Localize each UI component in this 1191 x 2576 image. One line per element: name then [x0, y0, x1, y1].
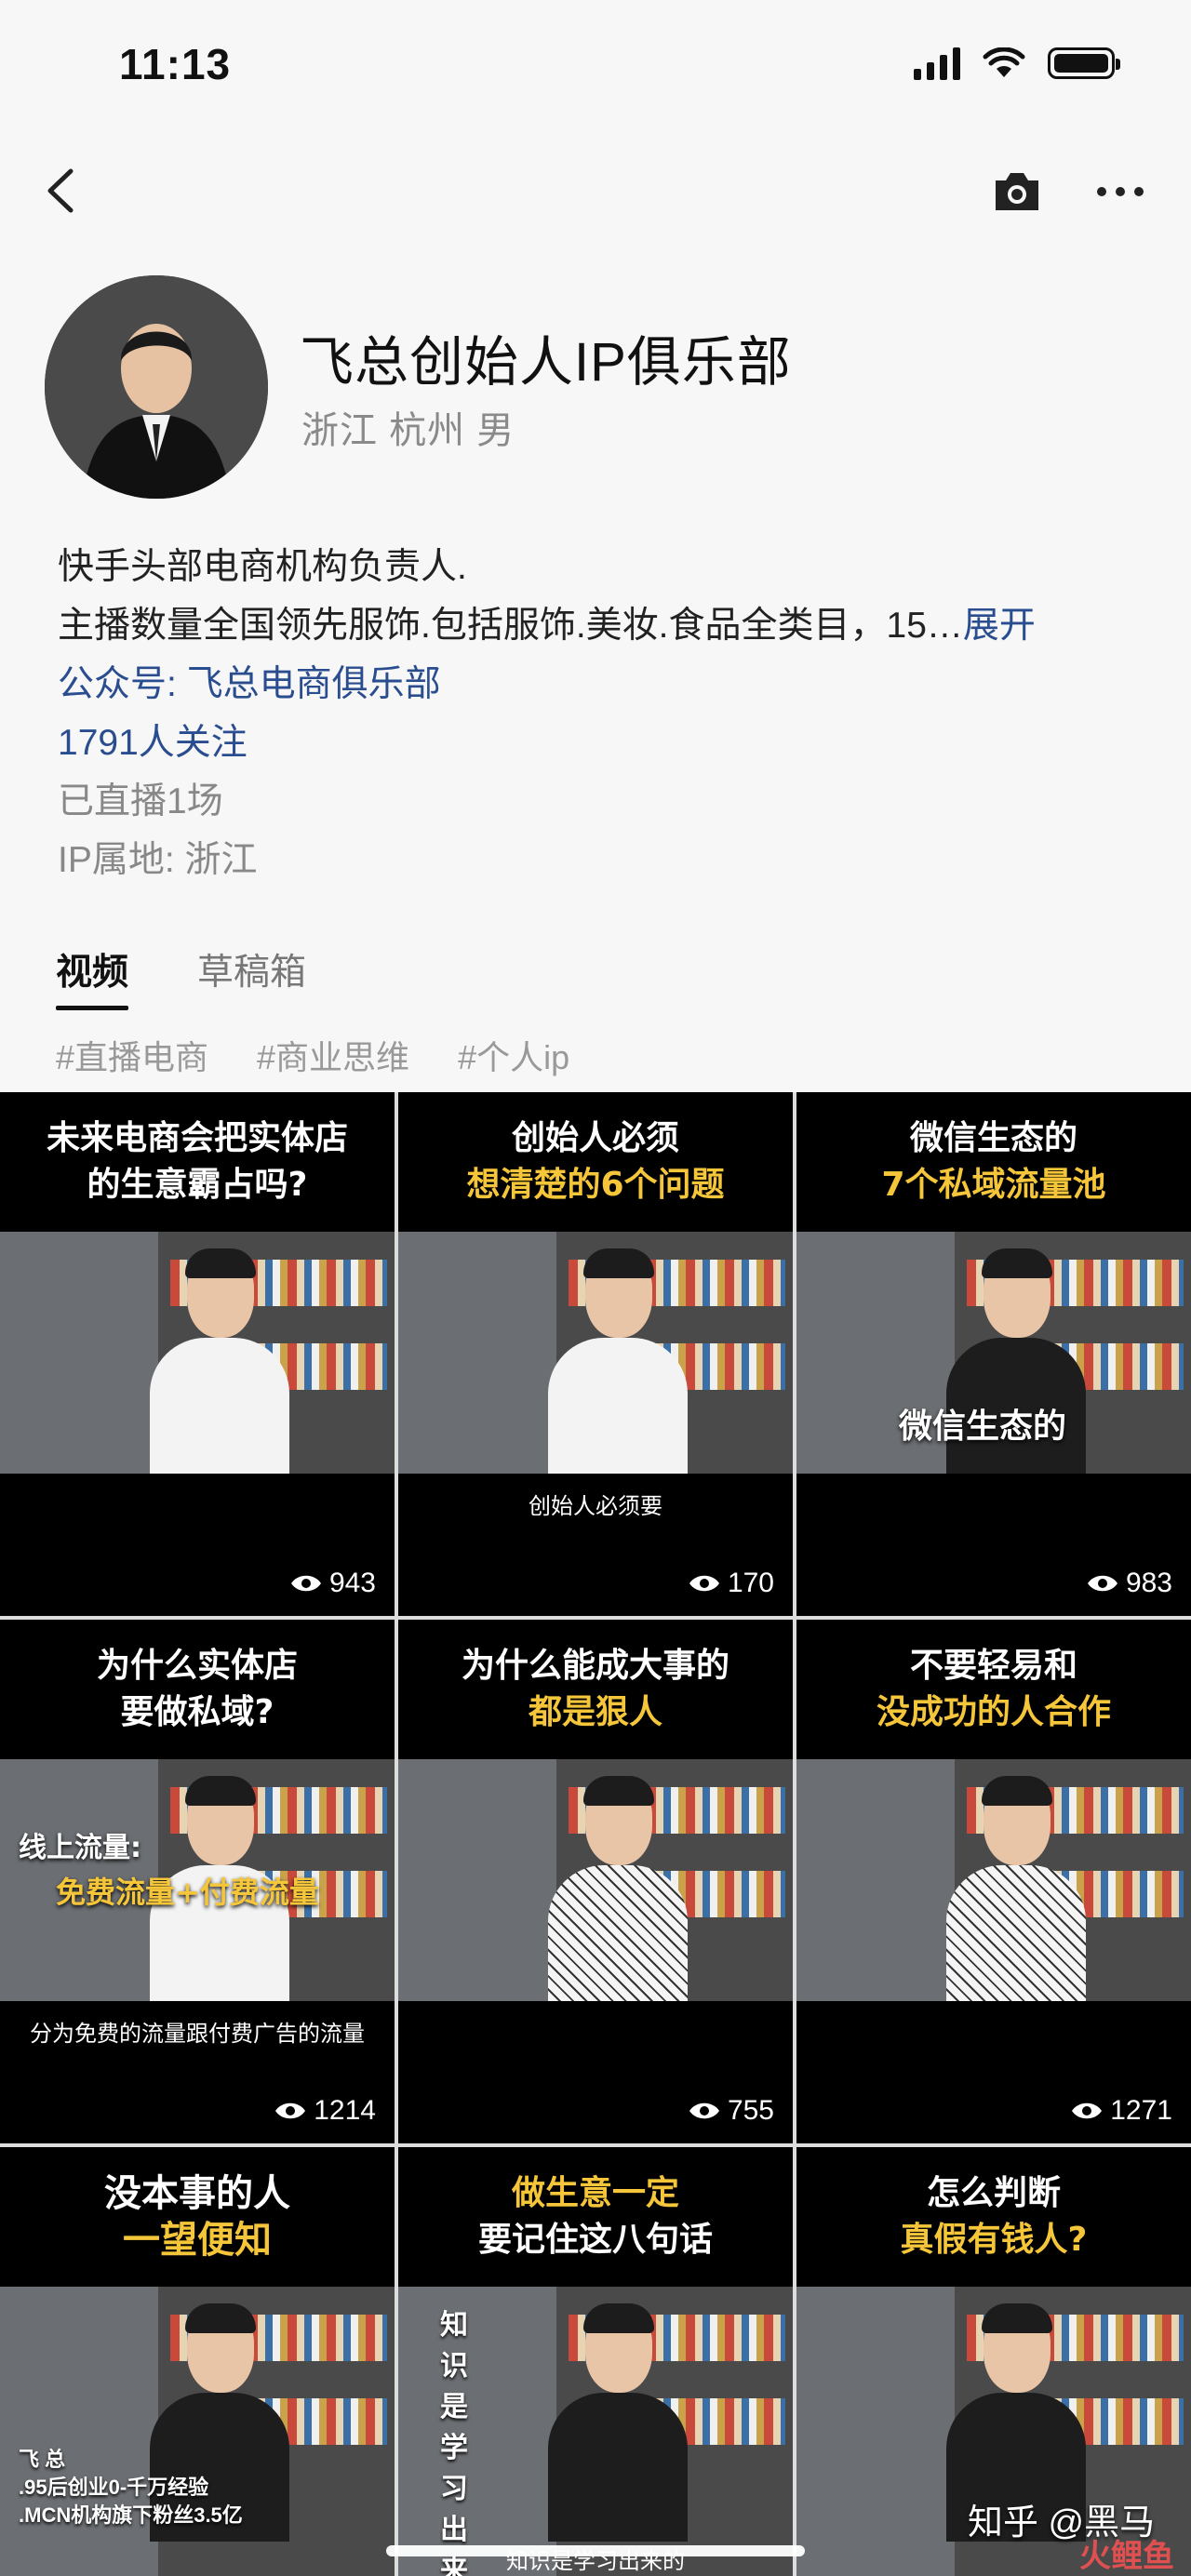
video-title-line2: 一望便知	[123, 2219, 272, 2262]
eye-icon	[689, 2102, 719, 2119]
video-title-line1: 做生意一定	[511, 2174, 679, 2212]
profile-location-gender: 浙江 杭州 男	[301, 410, 515, 451]
hashtag-item[interactable]: #商业思维	[257, 1031, 409, 1079]
video-card[interactable]: 微信生态的 7个私域流量池 微信生态的 983	[796, 1092, 1191, 1616]
video-title-line1: 创始人必须	[511, 1119, 679, 1157]
eye-icon	[1072, 2102, 1103, 2119]
video-title-line2: 没成功的人合作	[876, 1693, 1111, 1731]
video-title-line1: 怎么判断	[926, 2174, 1061, 2212]
eye-icon	[290, 1575, 321, 1592]
eye-icon	[1087, 1575, 1117, 1592]
video-overlay-text: 微信生态的	[899, 1408, 1067, 1446]
video-card[interactable]: 创始人必须 想清楚的6个问题 创始人必须要 170	[398, 1092, 793, 1616]
video-title-line1: 未来电商会把实体店	[46, 1119, 348, 1157]
profile-bio: 快手头部电商机构负责人. 主播数量全国领先服饰.包括服饰.美妆.食品全类目，15…	[58, 538, 1137, 889]
video-title-line1: 为什么实体店	[96, 1647, 298, 1685]
video-subtitle: 分为免费的流量跟付费广告的流量	[30, 2022, 365, 2047]
hashtag-list: #直播电商 #商业思维 #个人ip	[56, 1031, 569, 1079]
view-count: 983	[1087, 1568, 1172, 1599]
video-grid: 未来电商会把实体店 的生意霸占吗? 943 创始人必须 想清楚的6个问题 创始人…	[0, 1092, 1191, 2576]
video-card[interactable]: 未来电商会把实体店 的生意霸占吗? 943	[0, 1092, 395, 1616]
live-count: 已直播1场	[58, 781, 223, 821]
battery-icon	[1048, 47, 1120, 79]
camera-icon[interactable]	[992, 169, 1042, 214]
eye-icon	[275, 2102, 306, 2119]
bio-line-2-text: 主播数量全国领先服饰.包括服饰.美妆.食品全类目，15…	[58, 606, 963, 646]
view-count: 170	[689, 1568, 774, 1599]
hashtag-item[interactable]: #直播电商	[56, 1031, 208, 1079]
official-account-link[interactable]: 公众号: 飞总电商俱乐部	[58, 655, 1137, 714]
back-arrow-icon[interactable]	[37, 166, 87, 216]
avatar[interactable]	[45, 275, 268, 499]
status-time: 11:13	[119, 40, 232, 88]
ip-location: IP属地: 浙江	[58, 840, 258, 880]
video-title-line2: 真假有钱人?	[900, 2221, 1088, 2259]
video-title-line2: 要做私域?	[120, 1693, 274, 1731]
more-options-icon[interactable]	[1094, 169, 1146, 214]
video-title-line2: 的生意霸占吗?	[87, 1166, 308, 1204]
eye-icon	[689, 1575, 719, 1592]
view-count: 943	[290, 1568, 376, 1599]
video-title-line1: 为什么能成大事的	[461, 1647, 729, 1685]
profile-name: 飞总创始人IP俱乐部	[300, 332, 792, 393]
cellular-signal-icon	[914, 47, 960, 80]
expand-bio-link[interactable]: 展开	[963, 606, 1036, 646]
video-overlay-text: 飞 总 .95后创业0-千万经验 .MCN机构旗下粉丝3.5亿	[19, 2448, 243, 2527]
video-card[interactable]: 不要轻易和 没成功的人合作 1271	[796, 1620, 1191, 2143]
video-title-line1: 微信生态的	[909, 1119, 1077, 1157]
tab-drafts[interactable]: 草稿箱	[197, 943, 306, 1010]
video-card[interactable]: 为什么实体店 要做私域? 线上流量: 免费流量+付费流量 分为免费的流量跟付费广…	[0, 1620, 395, 2143]
video-card[interactable]: 为什么能成大事的 都是狠人 755	[398, 1620, 793, 2143]
video-overlay-highlight: 免费流量+付费流量	[56, 1875, 319, 1910]
video-card[interactable]: 没本事的人 一望便知 飞 总 .95后创业0-千万经验 .MCN机构旗下粉丝3.…	[0, 2147, 395, 2576]
followers-count[interactable]: 1791人关注	[58, 714, 1137, 772]
video-title-line2: 都是狠人	[528, 1693, 662, 1731]
video-title-line2: 想清楚的6个问题	[466, 1166, 725, 1204]
home-indicator[interactable]	[386, 2545, 805, 2556]
status-icons	[914, 47, 1120, 80]
video-title-line1: 没本事的人	[104, 2172, 290, 2215]
bio-line-1: 快手头部电商机构负责人.	[58, 547, 467, 587]
wifi-icon	[983, 47, 1025, 77]
video-title-line1: 不要轻易和	[909, 1647, 1077, 1685]
view-count: 1214	[274, 2095, 376, 2127]
video-thumbnail	[398, 1759, 793, 2001]
bio-line-2: 主播数量全国领先服饰.包括服饰.美妆.食品全类目，15…展开	[58, 596, 1137, 655]
video-thumbnail	[0, 2287, 395, 2576]
video-thumbnail	[398, 1232, 793, 1474]
status-bar: 11:13	[0, 0, 1191, 130]
profile-tabs: 视频 草稿箱	[56, 943, 306, 1010]
video-thumbnail	[796, 1759, 1191, 2001]
video-card[interactable]: 做生意一定 要记住这八句话 知识是学习出来的 知识是学习出来的	[398, 2147, 793, 2576]
watermark-logo-text: 火鲤鱼	[1079, 2539, 1174, 2574]
video-thumbnail	[0, 1232, 395, 1474]
tab-videos[interactable]: 视频	[56, 943, 129, 1010]
nav-bar	[0, 149, 1191, 233]
video-title-line2: 要记住这八句话	[477, 2221, 713, 2259]
video-overlay-text: 线上流量:	[19, 1832, 141, 1864]
video-title-line2: 7个私域流量池	[881, 1166, 1106, 1204]
video-vertical-overlay: 知识是学习出来的	[440, 2310, 468, 2576]
view-count: 1271	[1071, 2095, 1172, 2127]
hashtag-item[interactable]: #个人ip	[458, 1031, 569, 1079]
view-count: 755	[689, 2095, 774, 2127]
video-subtitle: 创始人必须要	[529, 1494, 662, 1519]
